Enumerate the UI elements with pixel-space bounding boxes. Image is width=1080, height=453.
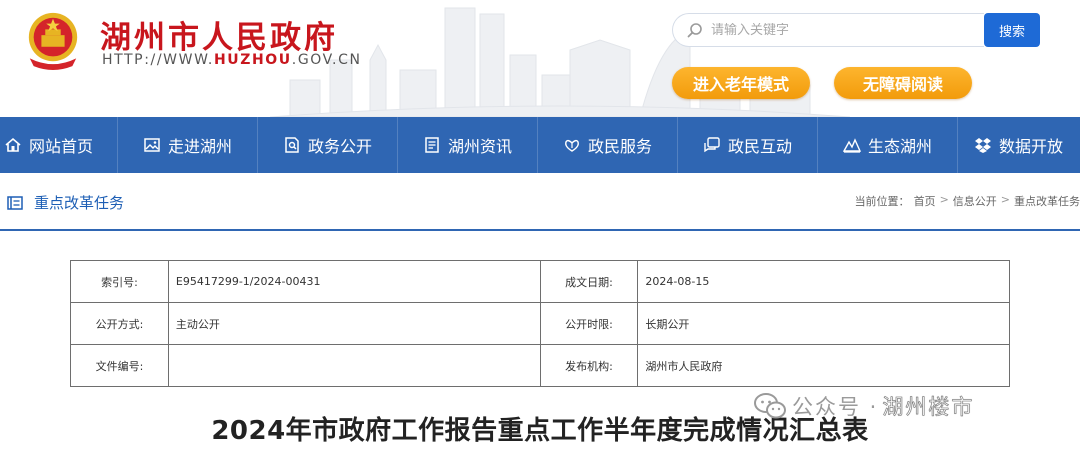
list-icon xyxy=(7,196,23,210)
site-url-domain: HUZHOU xyxy=(213,52,292,68)
site-header: 湖州市人民政府 HTTP://WWW.HUZHOU.GOV.CN 搜索 进入老年… xyxy=(0,0,1080,117)
table-row: 文件编号: 发布机构: 湖州市人民政府 xyxy=(70,344,1010,387)
label-issuer: 发布机构: xyxy=(539,344,639,387)
search-input[interactable] xyxy=(711,22,971,38)
accessible-reading-button[interactable]: 无障碍阅读 xyxy=(834,67,972,99)
picture-icon xyxy=(144,138,160,152)
value-document-no xyxy=(167,344,541,387)
value-open-period: 长期公开 xyxy=(637,302,1010,345)
value-index-no: E95417299-1/2024-00431 xyxy=(167,260,541,303)
home-icon xyxy=(5,137,21,152)
mountain-icon xyxy=(842,138,861,153)
dropbox-icon xyxy=(975,138,991,153)
nav-item-ecology[interactable]: 生态湖州 xyxy=(818,117,958,173)
nav-item-label: 政务公开 xyxy=(307,137,372,156)
value-issuer: 湖州市人民政府 xyxy=(637,344,1010,387)
document-info-table: 索引号: E95417299-1/2024-00431 成文日期: 2024-0… xyxy=(70,260,1010,387)
breadcrumb-item-info-open[interactable]: 信息公开 xyxy=(953,193,997,209)
label-written-date: 成文日期: xyxy=(539,260,639,303)
table-row: 索引号: E95417299-1/2024-00431 成文日期: 2024-0… xyxy=(70,260,1010,303)
nav-item-label: 数据开放 xyxy=(999,137,1064,156)
nav-item-service[interactable]: 政民服务 xyxy=(538,117,678,173)
nav-item-label: 生态湖州 xyxy=(867,137,932,156)
wechat-icon xyxy=(754,393,786,419)
section-header: 重点改革任务 当前位置： 首页 > 信息公开 > 重点改革任务 xyxy=(0,173,1080,231)
hands-icon xyxy=(565,139,579,152)
label-open-period: 公开时限: xyxy=(539,302,639,345)
main-nav: 网站首页 走进湖州 政务公开 湖州资讯 政民服务 政民互动 生态湖州 数据开放 xyxy=(0,117,1080,173)
search-box xyxy=(672,13,984,47)
nav-item-home[interactable]: 网站首页 xyxy=(0,117,118,173)
watermark-account-name: 湖州楼市 xyxy=(882,395,975,420)
chat-icon xyxy=(704,137,720,153)
label-open-method: 公开方式: xyxy=(70,302,169,345)
label-document-no: 文件编号: xyxy=(70,344,169,387)
breadcrumb-separator: > xyxy=(1000,193,1010,206)
document-search-icon xyxy=(285,137,299,153)
watermark-prefix: 公众号 · xyxy=(792,395,879,419)
nav-item-label: 湖州资讯 xyxy=(447,137,512,156)
wechat-watermark: 公众号 · 湖州楼市 xyxy=(754,391,974,421)
nav-item-label: 政民服务 xyxy=(587,137,652,156)
nav-item-label: 网站首页 xyxy=(29,137,94,156)
nav-item-news[interactable]: 湖州资讯 xyxy=(398,117,538,173)
site-url: HTTP://WWW.HUZHOU.GOV.CN xyxy=(102,52,362,68)
nav-item-gov-open[interactable]: 政务公开 xyxy=(258,117,398,173)
breadcrumb: 当前位置： 首页 > 信息公开 > 重点改革任务 xyxy=(855,193,1080,209)
site-url-prefix: HTTP://WWW. xyxy=(102,52,214,68)
nav-item-label: 政民互动 xyxy=(727,137,792,156)
news-icon xyxy=(425,137,439,153)
national-emblem-icon xyxy=(28,12,78,70)
nav-item-about[interactable]: 走进湖州 xyxy=(118,117,258,173)
search-icon xyxy=(687,23,702,38)
elder-mode-button[interactable]: 进入老年模式 xyxy=(672,67,810,99)
section-title: 重点改革任务 xyxy=(34,194,125,212)
value-written-date: 2024-08-15 xyxy=(637,260,1010,303)
table-row: 公开方式: 主动公开 公开时限: 长期公开 xyxy=(70,302,1010,345)
site-title[interactable]: 湖州市人民政府 xyxy=(100,12,338,57)
search-button[interactable]: 搜索 xyxy=(984,13,1040,47)
label-index-no: 索引号: xyxy=(70,260,169,303)
breadcrumb-separator: > xyxy=(939,193,949,206)
value-open-method: 主动公开 xyxy=(167,302,541,345)
breadcrumb-item-home[interactable]: 首页 xyxy=(914,193,936,209)
nav-item-open-data[interactable]: 数据开放 xyxy=(958,117,1080,173)
breadcrumb-item-current[interactable]: 重点改革任务 xyxy=(1014,193,1080,209)
breadcrumb-prefix: 当前位置： xyxy=(854,195,910,208)
site-url-suffix: .GOV.CN xyxy=(291,52,362,68)
nav-item-label: 走进湖州 xyxy=(167,137,232,156)
nav-item-interaction[interactable]: 政民互动 xyxy=(678,117,818,173)
